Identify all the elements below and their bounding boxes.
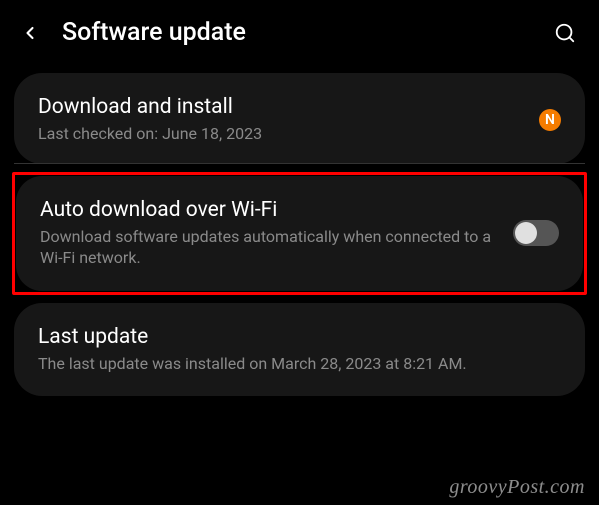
download-install-text: Download and install Last checked on: Ju… [38,95,527,145]
auto-download-text: Auto download over Wi-Fi Download softwa… [40,198,497,269]
app-header: Software update [0,0,599,65]
download-install-subtitle: Last checked on: June 18, 2023 [38,123,527,145]
toggle-knob [515,222,537,244]
chevron-left-icon [20,23,40,43]
watermark: groovyPost.com [449,476,585,499]
notification-badge: N [539,109,561,131]
back-button[interactable] [16,19,44,47]
download-install-card: Download and install Last checked on: Ju… [14,73,585,164]
auto-download-title: Auto download over Wi-Fi [40,198,497,222]
last-update-row[interactable]: Last update The last update was installe… [38,325,561,375]
highlight-box: Auto download over Wi-Fi Download softwa… [12,172,587,295]
divider [14,163,585,164]
last-update-text: Last update The last update was installe… [38,325,561,375]
last-update-title: Last update [38,325,561,349]
last-update-card: Last update The last update was installe… [14,303,585,397]
auto-download-card: Auto download over Wi-Fi Download softwa… [16,176,583,291]
search-icon [554,22,576,44]
auto-download-toggle[interactable] [513,220,559,246]
auto-download-row[interactable]: Auto download over Wi-Fi Download softwa… [40,198,559,269]
download-install-row[interactable]: Download and install Last checked on: Ju… [38,95,561,145]
last-update-subtitle: The last update was installed on March 2… [38,353,561,375]
download-install-title: Download and install [38,95,527,119]
page-title: Software update [62,18,551,47]
auto-download-subtitle: Download software updates automatically … [40,226,497,269]
search-button[interactable] [551,19,579,47]
